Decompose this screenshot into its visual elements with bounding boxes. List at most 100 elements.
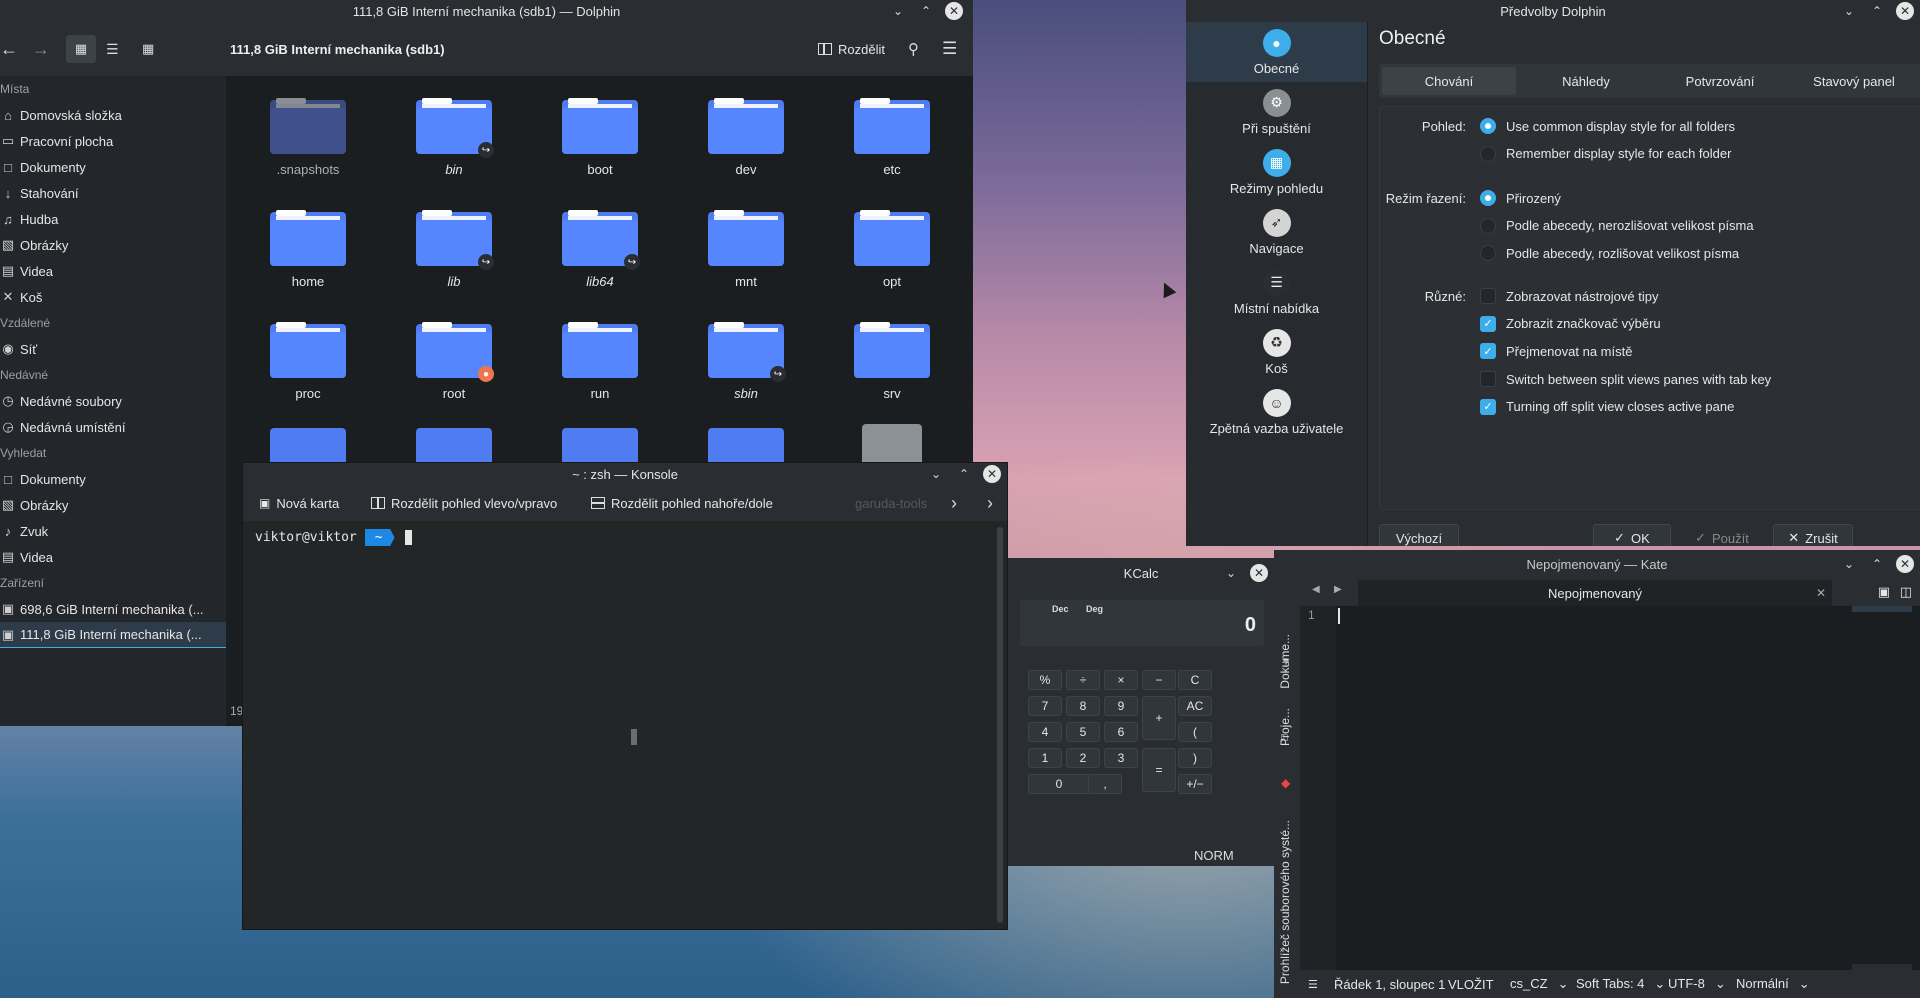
tab-scroll-right-icon[interactable]: ▶ — [1334, 584, 1342, 595]
maximize-icon[interactable]: ⌃ — [917, 2, 935, 20]
calc-key[interactable]: ÷ — [1066, 670, 1100, 690]
back-icon[interactable]: ← — [0, 39, 18, 60]
folder-item[interactable]: ↪ lib64 — [540, 188, 660, 298]
calc-key[interactable]: 1 — [1028, 748, 1062, 768]
maximize-icon[interactable]: ⌃ — [955, 465, 973, 483]
kcalc-titlebar[interactable]: KCalc ⌄ ✕ — [1008, 558, 1274, 588]
sidebar-item[interactable]: ⌂ Domovská složka — [0, 102, 226, 128]
checkbox[interactable]: ✓ — [1480, 398, 1496, 415]
sidebar-item[interactable]: ↓ Stahování — [0, 180, 226, 206]
calc-key[interactable]: 6 — [1104, 722, 1138, 742]
search-icon[interactable]: ⚲ — [908, 40, 919, 58]
cursor-position[interactable]: Řádek 1, sloupec 1 — [1334, 977, 1445, 992]
calc-key[interactable]: 3 — [1104, 748, 1138, 768]
tab[interactable]: Potvrzování — [1653, 64, 1787, 98]
hamburger-menu-icon[interactable]: ☰ — [1308, 978, 1318, 991]
calc-key[interactable]: 7 — [1028, 696, 1062, 716]
calc-key[interactable]: C — [1178, 670, 1212, 690]
sidebar-item[interactable]: ◶ Nedávná umístění — [0, 414, 226, 440]
calc-key[interactable]: ) — [1178, 748, 1212, 768]
chevron-down-icon[interactable]: ⌄ — [1222, 564, 1240, 582]
terminal-area[interactable]: viktor@viktor ~ — [243, 521, 1007, 929]
konsole-titlebar[interactable]: ~ : zsh — Konsole ⌄ ⌃ ✕ — [243, 463, 1007, 485]
close-icon[interactable]: ✕ — [1896, 2, 1914, 20]
folder-item[interactable]: boot — [540, 76, 660, 186]
sidebar-item[interactable]: ▧ Obrázky — [0, 232, 226, 258]
calc-key[interactable]: +/− — [1178, 774, 1212, 794]
sidebar-item[interactable]: ♫ Hudba — [0, 206, 226, 232]
ok-button[interactable]: ✓ OK — [1593, 524, 1671, 546]
sidebar-item[interactable]: ♪ Zvuk — [0, 518, 226, 544]
split-top-bottom-button[interactable]: Rozdělit pohled nahoře/dole — [591, 496, 773, 511]
garuda-tools-button[interactable]: garuda-tools — [855, 496, 927, 511]
folder-item[interactable]: opt — [832, 188, 952, 298]
folder-item[interactable]: run — [540, 300, 660, 410]
calc-key[interactable]: , — [1088, 774, 1122, 794]
scrollbar[interactable] — [997, 527, 1003, 923]
calc-key[interactable]: 5 — [1066, 722, 1100, 742]
sidebar-item[interactable]: ▣ 698,6 GiB Interní mechanika (... — [0, 596, 226, 622]
folder-item[interactable]: ● root — [394, 300, 514, 410]
calc-key[interactable]: 9 — [1104, 696, 1138, 716]
folder-item[interactable]: ↪ bin — [394, 76, 514, 186]
forward-icon[interactable]: → — [32, 39, 50, 60]
calc-key[interactable]: 8 — [1066, 696, 1100, 716]
folder-item[interactable]: proc — [248, 300, 368, 410]
close-tab-icon[interactable]: ✕ — [1816, 586, 1826, 600]
sidebar-item[interactable]: ▭ Pracovní plocha — [0, 128, 226, 154]
icons-view-icon[interactable]: ▦ — [66, 35, 96, 63]
sidebar-item[interactable]: ▧ Obrázky — [0, 492, 226, 518]
folder-item[interactable]: srv — [832, 300, 952, 410]
tab[interactable]: Stavový panel — [1787, 64, 1920, 98]
input-mode[interactable]: VLOŽIT — [1448, 977, 1494, 992]
tab-scroll-left-icon[interactable]: ◀ — [1312, 584, 1320, 595]
close-icon[interactable]: ✕ — [1250, 564, 1268, 582]
nav-item[interactable]: ▦ Režimy pohledu — [1186, 142, 1367, 202]
radio-button[interactable] — [1480, 145, 1496, 162]
encoding-selector[interactable]: UTF-8 ⌄ — [1668, 976, 1726, 992]
tab[interactable]: Náhledy — [1519, 64, 1653, 98]
calc-key[interactable]: 2 — [1066, 748, 1100, 768]
checkbox[interactable]: ✓ — [1480, 315, 1496, 332]
calc-key[interactable]: = — [1142, 748, 1176, 792]
sidebar-item[interactable]: ▤ Videa — [0, 258, 226, 284]
radio-button[interactable] — [1480, 190, 1496, 206]
close-icon[interactable]: ✕ — [983, 465, 1001, 483]
sidebar-item[interactable]: ◉ Síť — [0, 336, 226, 362]
nav-item[interactable]: ☰ Místní nabídka — [1186, 262, 1367, 322]
maximize-icon[interactable]: ⌃ — [1868, 555, 1886, 573]
calc-key[interactable]: % — [1028, 670, 1062, 690]
nav-item[interactable]: ● Obecné — [1186, 22, 1367, 82]
close-icon[interactable]: ✕ — [945, 2, 963, 20]
checkbox[interactable] — [1480, 288, 1496, 304]
split-view-icon[interactable]: ◫ — [1900, 584, 1912, 600]
calc-key[interactable]: 0 — [1028, 774, 1090, 794]
folder-item[interactable]: mnt — [686, 188, 806, 298]
folder-item[interactable]: etc — [832, 76, 952, 186]
radio-button[interactable] — [1480, 118, 1496, 134]
split-left-right-button[interactable]: Rozdělit pohled vlevo/vpravo — [371, 496, 557, 511]
hamburger-menu-icon[interactable]: ☰ — [942, 39, 957, 59]
preferences-titlebar[interactable]: Předvolby Dolphin ⌄ ⌃ ✕ — [1186, 0, 1920, 22]
split-button[interactable]: Rozdělit — [818, 42, 885, 57]
folder-item[interactable]: .snapshots — [248, 76, 368, 186]
radio-button[interactable] — [1480, 217, 1496, 234]
calc-key[interactable]: − — [1142, 670, 1176, 690]
minimize-icon[interactable]: ⌄ — [1840, 2, 1858, 20]
nav-item[interactable]: ⚙ Při spuštění — [1186, 82, 1367, 142]
chevron-right-icon[interactable]: › — [987, 493, 993, 514]
calc-key[interactable]: AC — [1178, 696, 1212, 716]
sidebar-item[interactable]: □ Dokumenty — [0, 154, 226, 180]
sidebar-item[interactable]: ◷ Nedávné soubory — [0, 388, 226, 414]
minimize-icon[interactable]: ⌄ — [889, 2, 907, 20]
nav-item[interactable]: ➶ Navigace — [1186, 202, 1367, 262]
nav-item[interactable]: ☺ Zpětná vazba uživatele — [1186, 382, 1367, 442]
checkbox[interactable]: ✓ — [1480, 343, 1496, 360]
close-icon[interactable]: ✕ — [1896, 555, 1914, 573]
checkbox[interactable] — [1480, 371, 1496, 388]
nav-item[interactable]: ♻ Koš — [1186, 322, 1367, 382]
new-file-icon[interactable]: ▣ — [1878, 584, 1890, 600]
editor-area[interactable]: 1 — [1300, 606, 1920, 970]
calc-key[interactable]: + — [1142, 696, 1176, 740]
kate-titlebar[interactable]: Nepojmenovaný — Kate ⌄ ⌃ ✕ — [1274, 550, 1920, 578]
